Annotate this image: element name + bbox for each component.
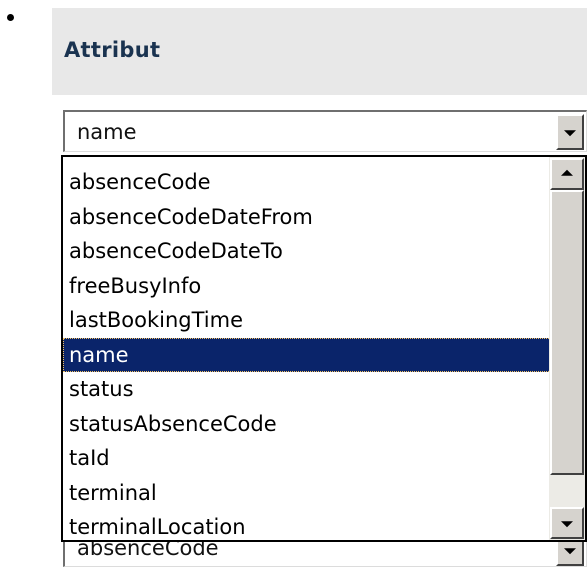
scroll-down-button[interactable] <box>550 507 584 539</box>
dropdown-option-lastbookingtime[interactable]: lastBookingTime <box>63 303 551 338</box>
attribute-dropdown-list[interactable]: absenceCode absenceCodeDateFrom absenceC… <box>61 155 587 542</box>
scrollbar-thumb[interactable] <box>550 190 584 475</box>
chevron-down-icon <box>564 548 576 555</box>
dropdown-option-terminallocation[interactable]: terminalLocation <box>63 510 551 540</box>
dropdown-option-absencecodedateto[interactable]: absenceCodeDateTo <box>63 234 551 269</box>
dropdown-option-terminal[interactable]: terminal <box>63 476 551 511</box>
attribute-select-value: name <box>77 120 137 144</box>
dropdown-option-absencecodedatefrom[interactable]: absenceCodeDateFrom <box>63 200 551 235</box>
chevron-down-icon <box>561 521 573 528</box>
chevron-up-icon <box>561 169 573 176</box>
attribute-select-dropdown-button[interactable] <box>556 114 584 150</box>
dropdown-option-statusabsencecode[interactable]: statusAbsenceCode <box>63 407 551 442</box>
dropdown-option-taid[interactable]: taId <box>63 441 551 476</box>
dropdown-items: absenceCode absenceCodeDateFrom absenceC… <box>63 165 551 540</box>
attribute-select[interactable]: name <box>63 110 587 152</box>
scroll-up-button[interactable] <box>550 158 584 190</box>
dropdown-option-status[interactable]: status <box>63 372 551 407</box>
dropdown-option-name-selected[interactable]: name <box>63 337 551 372</box>
dropdown-option-absencecode[interactable]: absenceCode <box>63 165 551 200</box>
dropdown-scrollbar[interactable] <box>549 157 585 540</box>
header-title: Attribut <box>64 38 161 62</box>
bullet-point <box>7 14 14 21</box>
dropdown-option-freebusyinfo[interactable]: freeBusyInfo <box>63 269 551 304</box>
attribute-header: Attribut <box>52 8 587 95</box>
chevron-down-icon <box>564 130 576 137</box>
